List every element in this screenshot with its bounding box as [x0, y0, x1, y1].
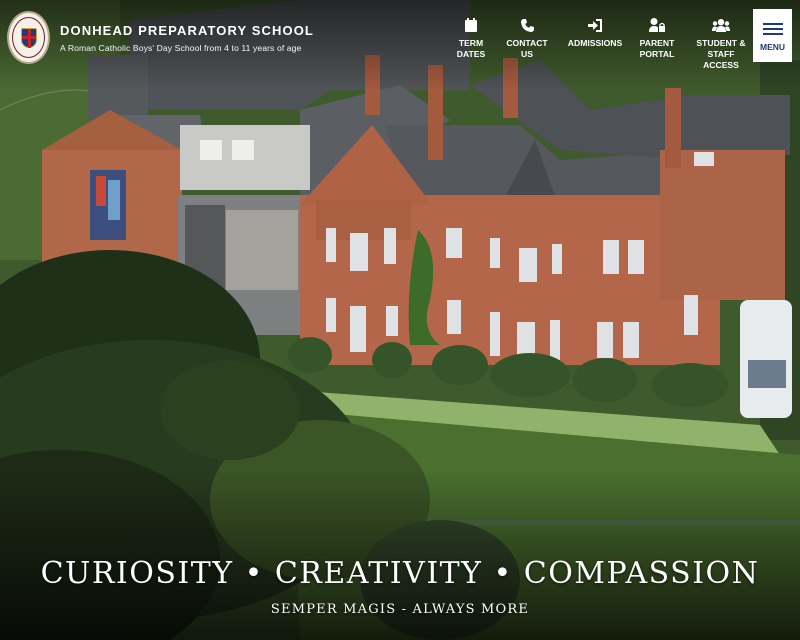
menu-button[interactable]: MENU: [753, 9, 792, 62]
nav-admissions[interactable]: ADMISSIONS: [563, 16, 627, 71]
school-brand[interactable]: DONHEAD PREPARATORY SCHOOL A Roman Catho…: [7, 11, 314, 64]
calendar-icon: [465, 16, 477, 32]
nav-term-dates[interactable]: TERM DATES: [452, 16, 490, 71]
nav-term-dates-line1: TERM: [458, 38, 484, 48]
nav-parent-portal[interactable]: PARENT PORTAL: [629, 16, 685, 71]
nav-term-dates-line2: DATES: [456, 49, 486, 59]
school-subtitle: A Roman Catholic Boys' Day School from 4…: [60, 42, 302, 53]
hero-image: [0, 0, 800, 640]
user-lock-icon: [649, 16, 665, 32]
menu-label: MENU: [759, 41, 786, 52]
nav-parent-portal-line2: PORTAL: [639, 49, 675, 59]
quick-links-nav: TERM DATES CONTACT US ADMISSIONS PARENT …: [452, 16, 753, 71]
nav-student-staff-line1: STUDENT &: [696, 38, 746, 48]
nav-student-staff-access[interactable]: STUDENT & STAFF ACCESS: [689, 16, 753, 71]
nav-parent-portal-line1: PARENT: [639, 38, 675, 48]
nav-contact-us-line2: US: [521, 49, 533, 59]
nav-student-staff-line2: STAFF ACCESS: [703, 49, 739, 70]
nav-contact-us[interactable]: CONTACT US: [495, 16, 559, 71]
phone-icon: [520, 16, 534, 32]
nav-contact-us-line1: CONTACT: [506, 38, 548, 48]
brand-text: DONHEAD PREPARATORY SCHOOL A Roman Catho…: [60, 23, 314, 53]
hero-motto: SEMPER MAGIS - ALWAYS MORE: [270, 602, 530, 617]
hero-tagline: CURIOSITY • CREATIVITY • COMPASSION: [40, 556, 760, 591]
sign-in-icon: [588, 16, 602, 32]
nav-admissions-label: ADMISSIONS: [567, 38, 623, 48]
users-icon: [712, 16, 730, 32]
school-name: DONHEAD PREPARATORY SCHOOL: [60, 22, 314, 38]
hamburger-icon: [762, 20, 783, 38]
school-crest-icon: [7, 11, 50, 64]
